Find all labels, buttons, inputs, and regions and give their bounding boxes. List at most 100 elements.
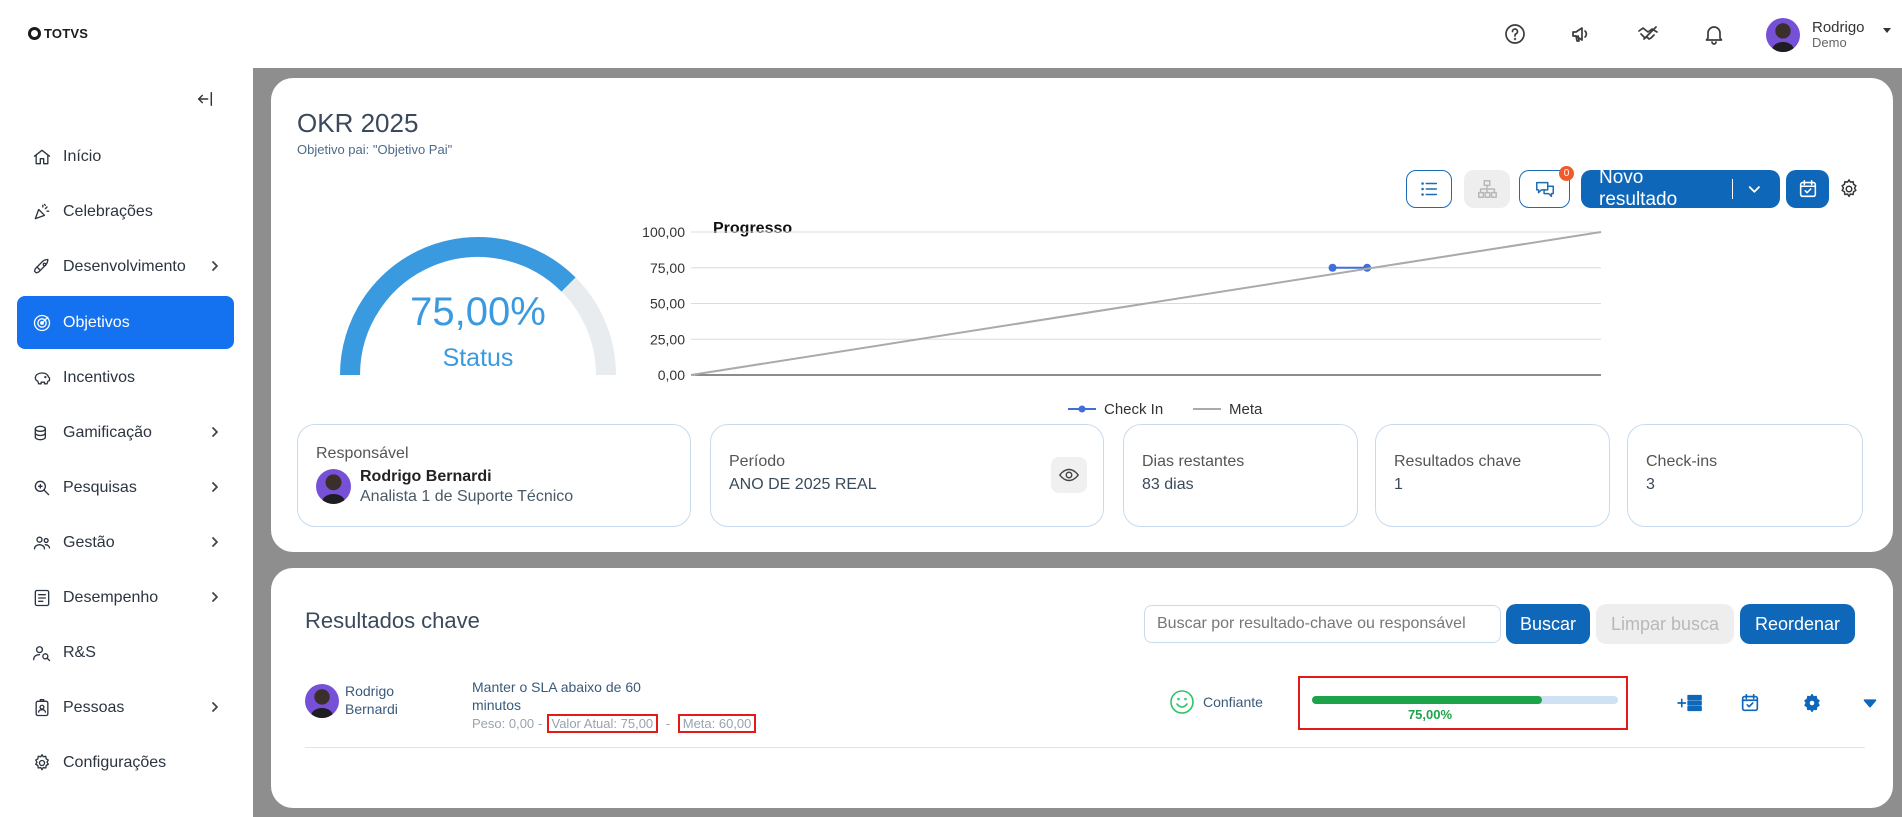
calendar-check-icon [1741,693,1759,712]
row-settings-button[interactable] [1797,690,1827,716]
user-menu[interactable]: Rodrigo Demo [1766,18,1891,52]
user-role: Demo [1812,35,1847,50]
sidebar-item-gamificacao[interactable]: Gamificação [17,406,234,459]
piggy-bank-icon [31,367,53,389]
row-calendar-button[interactable] [1735,690,1765,716]
chevron-right-icon [208,700,222,714]
y-tick-label: 75,00 [650,260,685,276]
smile-icon [1169,689,1195,715]
sidebar-item-label: Gamificação [63,423,152,441]
gear-icon [1804,693,1820,713]
sidebar-item-label: Início [63,147,102,165]
period-card: Período ANO DE 2025 REAL [710,424,1104,527]
sidebar-item-label: Celebrações [63,202,153,220]
responsible-role: Analista 1 de Suporte Técnico [360,488,574,505]
sidebar-item-configuracoes[interactable]: Configurações [17,736,234,789]
sidebar-item-incentivos[interactable]: Incentivos [17,351,234,404]
button-divider [1732,179,1734,199]
handshake-icon[interactable] [1634,20,1662,48]
reorder-button[interactable]: Reordenar [1740,604,1855,644]
target-icon [31,312,53,334]
progress-fill [1312,696,1542,704]
sidebar-item-label: R&S [63,643,96,661]
sidebar-item-pessoas[interactable]: Pessoas [17,681,234,734]
y-tick-label: 0,00 [658,367,685,383]
view-period-button[interactable] [1051,457,1087,493]
help-icon[interactable] [1501,20,1529,48]
user-avatar [1766,18,1800,52]
sidebar-item-desempenho[interactable]: Desempenho [17,571,234,624]
legend-label: Meta [1229,401,1263,418]
add-checkin-button[interactable] [1675,690,1705,716]
legend-marker [1078,405,1086,413]
status-label: Status [442,344,514,372]
megaphone-icon[interactable] [1567,20,1595,48]
checkins-value: 3 [1646,476,1655,493]
sidebar-item-rs[interactable]: R&S [17,626,234,679]
sidebar-item-celebracoes[interactable]: Celebrações [17,185,234,238]
sidebar-item-desenvolvimento[interactable]: Desenvolvimento [17,240,234,293]
key-results-title: Resultados chave [305,608,480,633]
party-icon [31,201,53,223]
confidence-status[interactable]: Confiante [1169,689,1263,715]
chevron-right-icon [208,480,222,494]
coins-icon [31,422,53,444]
settings-gear-icon[interactable] [1838,178,1860,200]
legend-label: Check In [1104,401,1163,418]
bell-icon[interactable] [1700,20,1728,48]
remaining-days-label: Dias restantes [1142,453,1245,470]
checklist-icon [31,587,53,609]
search-doc-icon [31,477,53,499]
owner-name[interactable]: Rodrigo Bernardi [345,682,425,718]
sidebar-item-label: Desempenho [63,588,159,606]
logo-mark-icon [28,27,41,40]
key-result-meta: Peso: 0,00 - Valor Atual: 75,00 - Meta: … [472,714,757,733]
table-row[interactable]: Rodrigo Bernardi Manter o SLA abaixo de … [305,668,1877,748]
chevron-right-icon [208,259,222,273]
key-results-count-value: 1 [1394,476,1403,493]
user-search-icon [31,642,53,664]
sidebar-item-label: Incentivos [63,368,136,386]
sidebar-item-label: Configurações [63,753,167,771]
y-tick-label: 50,00 [650,296,685,312]
clear-search-button[interactable]: Limpar busca [1596,604,1734,644]
chevron-right-icon [208,590,222,604]
comments-count-badge: 0 [1559,166,1574,181]
progress-label: 75,00% [1407,707,1453,722]
responsible-name: Rodrigo Bernardi [360,468,492,485]
progress-chart: 100,00 75,00 50,00 25,00 0,00 Check In Meta [642,224,1602,418]
owner-avatar [305,684,339,718]
chevron-down-icon[interactable] [1747,181,1762,197]
sidebar-item-objetivos[interactable]: Objetivos [17,296,234,349]
badge-icon [31,697,53,719]
checkins-label: Check-ins [1646,453,1718,470]
progress-bar [1312,696,1618,704]
target-value-text: Meta: 60,00 [677,714,757,733]
rocket-icon [31,256,53,278]
key-results-search-input[interactable] [1144,605,1501,643]
caret-down-icon [1882,27,1891,33]
new-result-label: Novo resultado [1599,167,1678,210]
key-results-count-label: Resultados chave [1394,453,1522,470]
sidebar-item-label: Pessoas [63,698,125,716]
sidebar-item-inicio[interactable]: Início [17,130,234,183]
user-name: Rodrigo [1812,19,1865,36]
add-list-icon [1677,694,1702,712]
sidebar-item-pesquisas[interactable]: Pesquisas [17,461,234,514]
current-value-text: Valor Atual: 75,00 [546,714,659,733]
totvs-logo[interactable]: TOTVS [28,26,88,41]
search-button[interactable]: Buscar [1506,604,1590,644]
page-title: OKR 2025 [297,108,419,138]
collapse-sidebar-icon[interactable] [196,90,218,112]
sidebar-item-gestao[interactable]: Gestão [17,516,234,569]
progress-highlight-box: 75,00% [1298,676,1628,730]
people-icon [31,532,53,554]
meta-separator: - [538,716,543,731]
okr-card: OKR 2025 Objetivo pai: "Objetivo Pai" 0 … [271,78,1893,552]
expand-row-button[interactable] [1855,690,1885,716]
period-value: ANO DE 2025 REAL [729,476,877,493]
checkin-calendar-button[interactable] [1786,170,1829,208]
weight-text: Peso: 0,00 [472,716,535,731]
checkins-card: Check-ins 3 [1627,424,1863,527]
key-result-description[interactable]: Manter o SLA abaixo de 60 minutos [472,678,652,714]
